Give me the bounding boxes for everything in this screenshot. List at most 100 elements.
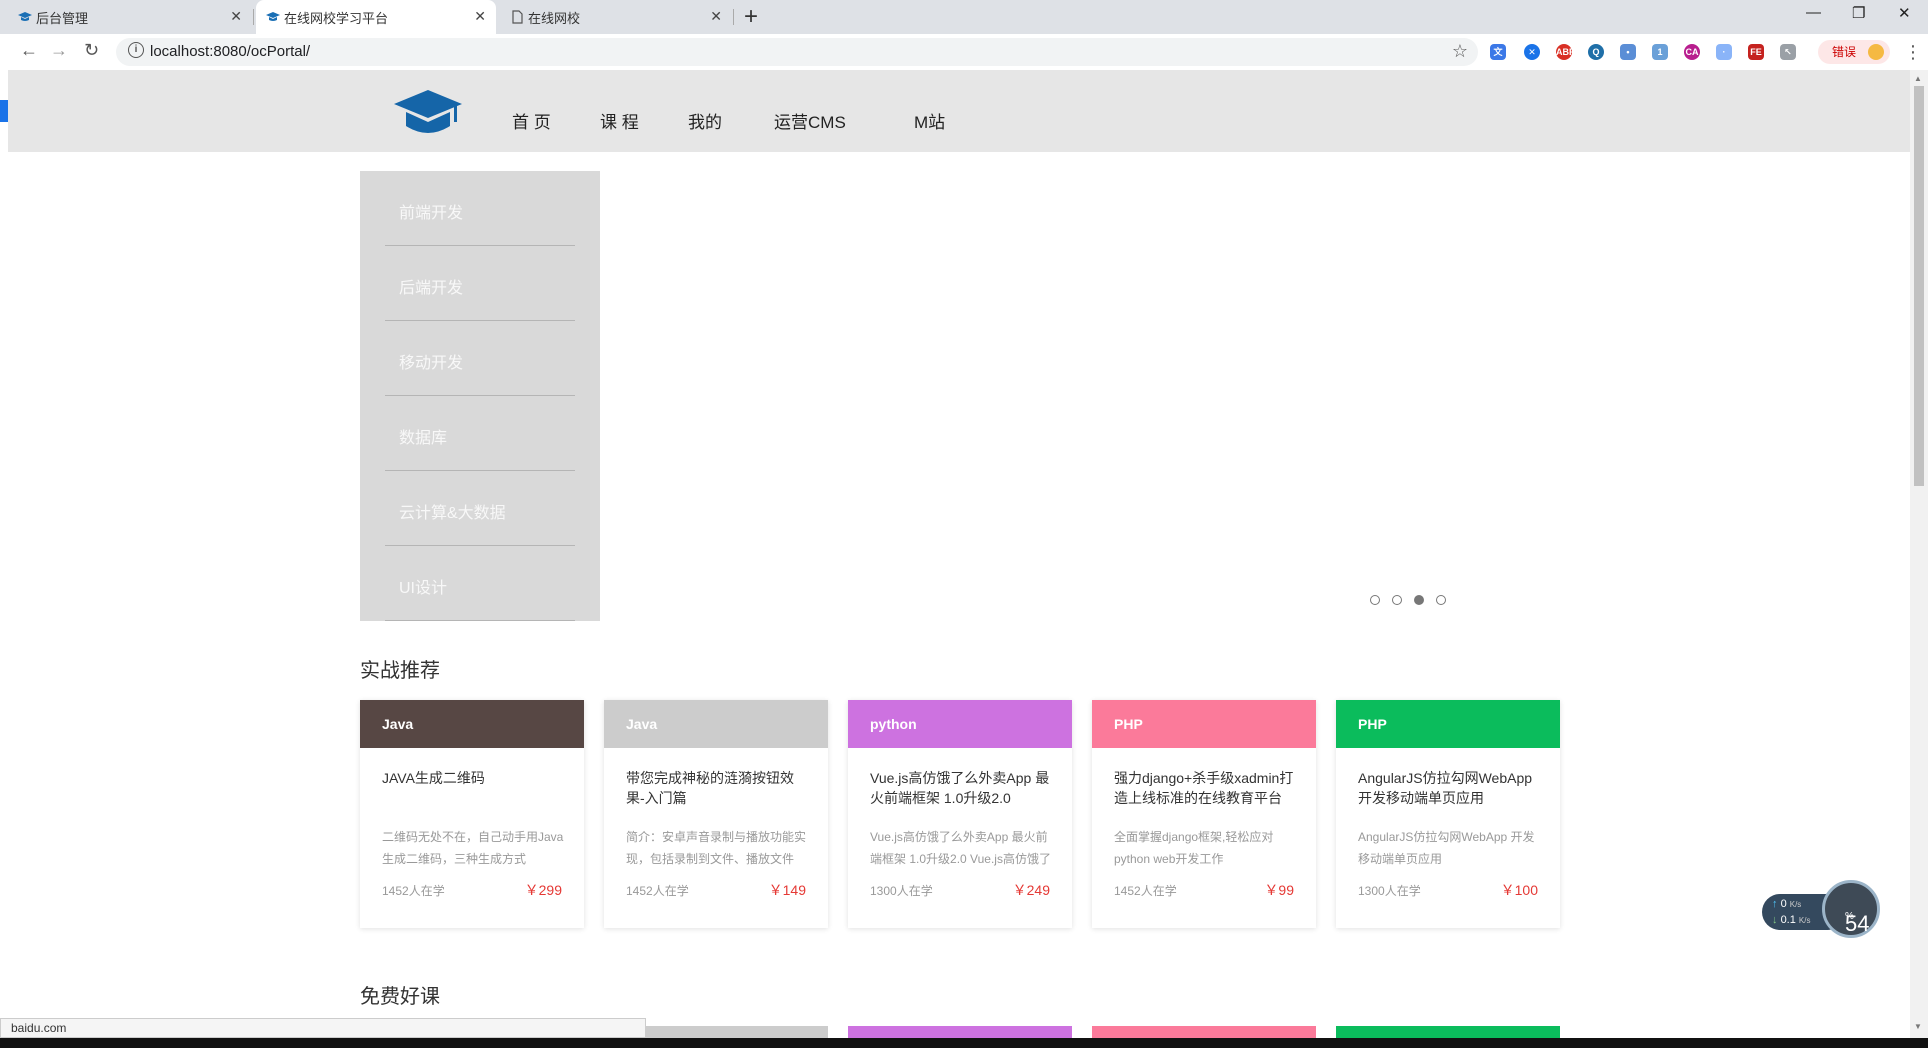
card-desc: 全面掌握django框架,轻松应对python web开发工作 [1114, 830, 1274, 866]
tab-title: 在线网校 [528, 10, 581, 26]
fe-extension-icon[interactable]: FE [1748, 44, 1764, 60]
new-tab-button[interactable]: + [744, 3, 758, 31]
nav-cms[interactable]: 运营CMS [774, 108, 846, 133]
close-icon[interactable]: ✕ [710, 8, 722, 25]
section-title-free: 免费好课 [360, 986, 440, 1008]
tab-separator [253, 9, 254, 25]
close-icon[interactable]: ✕ [474, 8, 486, 25]
carousel-dot[interactable] [1370, 595, 1380, 605]
browser-menu-icon[interactable]: ⋮ [1904, 42, 1922, 63]
card-title[interactable]: JAVA生成二维码 [382, 768, 567, 788]
card-students: 1452人在学 [1114, 884, 1177, 898]
reload-button[interactable]: ↻ [84, 40, 99, 61]
card-title[interactable]: 强力django+杀手级xadmin打造上线标准的在线教育平台 [1114, 768, 1299, 808]
browser-tab-school[interactable]: 在线网校 ✕ [500, 0, 732, 34]
card-title[interactable]: AngularJS仿拉勾网WebApp开发移动端单页应用 [1358, 768, 1543, 808]
left-edge [0, 70, 8, 1038]
free-course-card[interactable] [1092, 1026, 1316, 1038]
tab-title: 在线网校学习平台 [284, 10, 389, 26]
close-icon[interactable]: ✕ [230, 8, 242, 25]
speed-unit: K/s [1789, 900, 1802, 909]
url-text: localhost:8080/ocPortal/ [150, 43, 311, 60]
network-speed-widget[interactable]: ↑ 0 K/s ↓ 0.1 K/s 54% [1762, 880, 1880, 938]
course-card[interactable]: Java JAVA生成二维码 二维码无处不在，自己动手用Java生成二维码，三种… [360, 700, 584, 928]
carousel-dot[interactable] [1392, 595, 1402, 605]
translate-extension-icon[interactable]: 文 [1490, 44, 1506, 60]
error-label: 错误 [1832, 45, 1857, 59]
card-category-bar: PHP [1336, 700, 1560, 748]
scroll-up-icon[interactable]: ▲ [1914, 74, 1922, 83]
upload-arrow-icon: ↑ [1772, 898, 1778, 910]
tab-title: 后台管理 [36, 10, 89, 26]
tab-separator [733, 9, 734, 25]
course-card[interactable]: PHP 强力django+杀手级xadmin打造上线标准的在线教育平台 全面掌握… [1092, 700, 1316, 928]
percent-unit: % [1845, 911, 1854, 922]
graduation-cap-icon [266, 12, 280, 21]
page-scrollbar[interactable]: ▲ ▼ [1910, 70, 1928, 1038]
star-icon[interactable]: ☆ [1452, 41, 1468, 62]
close-window-button[interactable]: ✕ [1898, 4, 1911, 22]
adblock-extension-icon[interactable]: ABP [1556, 44, 1575, 60]
card-students: 1300人在学 [870, 884, 933, 898]
scrollbar-thumb[interactable] [1914, 86, 1924, 486]
graduation-cap-logo-icon[interactable] [394, 88, 462, 138]
x-extension-icon[interactable]: ✕ [1524, 44, 1540, 60]
grid-extension-icon[interactable]: · [1716, 44, 1732, 60]
sidebar-item-database[interactable]: 数据库 [385, 396, 575, 471]
scroll-down-icon[interactable]: ▼ [1914, 1022, 1922, 1031]
card-students: 1452人在学 [626, 884, 689, 898]
course-card[interactable]: Java 带您完成神秘的涟漪按钮效果-入门篇 简介：安卓声音录制与播放功能实现，… [604, 700, 828, 928]
sidebar-item-cloud[interactable]: 云计算&大数据 [385, 471, 575, 546]
browser-toolbar: ← → ↻ i localhost:8080/ocPortal/ ☆ [0, 34, 1928, 71]
sidebar-item-mobile[interactable]: 移动开发 [385, 321, 575, 396]
card-price: ￥100 [1500, 882, 1538, 898]
sidebar-item-ui[interactable]: UI设计 [385, 546, 575, 621]
card-desc: 简介：安卓声音录制与播放功能实现，包括录制到文件、播放文件 [626, 830, 807, 866]
card-desc: AngularJS仿拉勾网WebApp 开发移动端单页应用 [1358, 830, 1535, 866]
free-course-card[interactable] [1336, 1026, 1560, 1038]
course-card[interactable]: python Vue.js高仿饿了么外卖App 最火前端框架 1.0升级2.0 … [848, 700, 1072, 928]
sidebar-item-backend[interactable]: 后端开发 [385, 246, 575, 321]
puzzle-extension-icon[interactable]: • [1620, 44, 1636, 60]
search-extension-icon[interactable]: Q [1588, 44, 1604, 60]
free-course-card[interactable] [848, 1026, 1072, 1038]
taskbar [0, 1038, 1928, 1048]
nav-mine[interactable]: 我的 [688, 108, 722, 133]
back-button[interactable]: ← [20, 40, 38, 61]
nav-home[interactable]: 首 页 [512, 108, 551, 133]
address-bar[interactable]: i localhost:8080/ocPortal/ ☆ [116, 38, 1478, 66]
sidebar-item-frontend[interactable]: 前端开发 [385, 171, 575, 246]
minimize-button[interactable]: — [1806, 4, 1821, 21]
cursor-extension-icon[interactable]: ↖ [1780, 44, 1796, 60]
ca-extension-icon[interactable]: CA [1684, 44, 1700, 60]
card-price: ￥99 [1264, 882, 1294, 898]
section-title-recommend: 实战推荐 [360, 660, 440, 682]
carousel-dot-active[interactable] [1414, 595, 1424, 605]
speed-unit: K/s [1798, 916, 1811, 925]
nav-courses[interactable]: 课 程 [600, 108, 639, 133]
card-price: ￥249 [1012, 882, 1050, 898]
card-desc: 二维码无处不在，自己动手用Java生成二维码，三种生成方式 [382, 830, 564, 866]
browser-tab-admin[interactable]: 后台管理 ✕ [8, 0, 252, 34]
course-card[interactable]: PHP AngularJS仿拉勾网WebApp开发移动端单页应用 Angular… [1336, 700, 1560, 928]
badge-extension-icon[interactable]: 1 [1652, 44, 1668, 60]
card-desc: Vue.js高仿饿了么外卖App 最火前端框架 1.0升级2.0 Vue.js高… [870, 830, 1051, 866]
card-category: PHP [1358, 716, 1387, 732]
browser-tab-platform[interactable]: 在线网校学习平台 ✕ [256, 0, 496, 34]
card-title[interactable]: Vue.js高仿饿了么外卖App 最火前端框架 1.0升级2.0 [870, 768, 1055, 808]
memory-usage-ring[interactable]: 54% [1822, 880, 1880, 938]
restore-button[interactable]: ❐ [1852, 4, 1865, 22]
status-bar: baidu.com [0, 1018, 646, 1038]
avatar [1868, 44, 1884, 60]
carousel-dot[interactable] [1436, 595, 1446, 605]
sidebar-item-label: 移动开发 [399, 355, 464, 372]
sidebar-item-label: 数据库 [399, 430, 448, 447]
nav-mobile-site[interactable]: M站 [914, 108, 945, 133]
info-icon[interactable]: i [128, 42, 144, 58]
card-price: ￥299 [524, 882, 562, 898]
forward-button[interactable]: → [50, 40, 68, 61]
card-category: Java [626, 716, 658, 732]
card-title[interactable]: 带您完成神秘的涟漪按钮效果-入门篇 [626, 768, 811, 808]
sidebar-item-label: 云计算&大数据 [399, 505, 506, 522]
error-badge[interactable]: 错误 [1818, 40, 1890, 64]
